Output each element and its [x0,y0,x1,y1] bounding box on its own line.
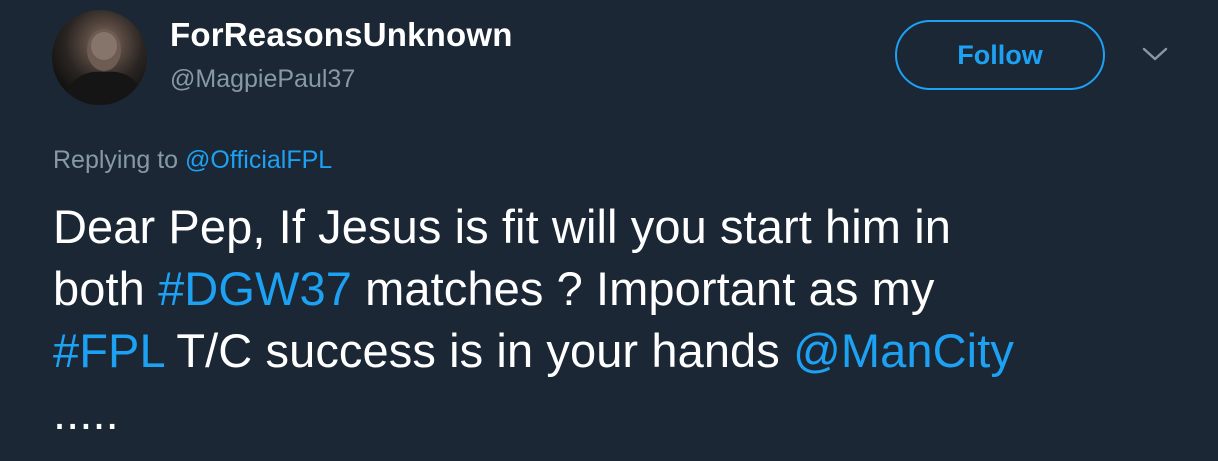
chevron-down-icon [1142,47,1168,61]
tweet-text-segment: both [53,262,145,315]
mention-link[interactable]: @ManCity [793,324,1014,377]
user-handle[interactable]: @MagpiePaul37 [170,65,355,94]
follow-button[interactable]: Follow [895,20,1105,90]
reply-context: Replying to @OfficialFPL [53,146,332,175]
hashtag-link[interactable]: #FPL [53,324,164,377]
tweet-text-segment: T/C success is in your hands [176,324,780,377]
tweet-line-3: #FPL T/C success is in your hands @ManCi… [53,320,1203,382]
hashtag-link[interactable]: #DGW37 [158,262,352,315]
tweet-line-1: Dear Pep, If Jesus is fit will you start… [53,200,951,253]
tweet-line-2: both #DGW37 matches ? Important as my [53,258,1203,320]
display-name[interactable]: ForReasonsUnknown [170,16,513,54]
tweet-card: ForReasonsUnknown @MagpiePaul37 Follow R… [0,0,1218,461]
tweet-text: Dear Pep, If Jesus is fit will you start… [53,196,1203,444]
avatar-image [62,29,147,105]
tweet-text-segment: matches ? Important as my [365,262,935,315]
tweet-line-4: ..... [53,386,119,439]
reply-prefix: Replying to [53,146,179,174]
avatar[interactable] [52,10,147,105]
reply-mention-link[interactable]: @OfficialFPL [185,146,332,174]
more-options-button[interactable] [1138,42,1172,66]
